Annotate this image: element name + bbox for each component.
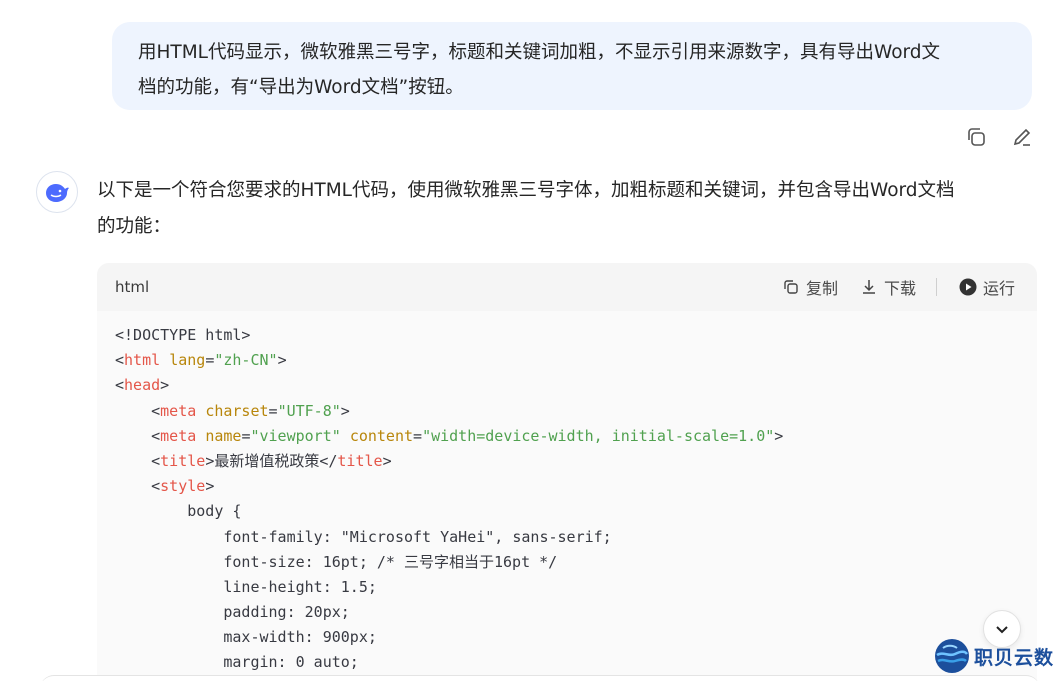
- code-token: body {: [115, 502, 242, 521]
- watermark: 职贝云数: [934, 636, 1062, 676]
- chat-input-top-edge: [40, 675, 1040, 681]
- code-token: >: [205, 477, 215, 496]
- code-line: margin: 0 auto;: [115, 650, 1037, 675]
- code-token: html: [124, 351, 161, 370]
- code-token: title: [160, 451, 206, 470]
- code-token: >最新增值税政策</: [205, 451, 338, 470]
- assistant-intro-text: 以下是一个符合您要求的HTML代码，使用微软雅黑三号字体，加粗标题和关键词，并包…: [97, 173, 1037, 245]
- code-token: head: [124, 376, 161, 395]
- copy-icon: [968, 128, 985, 146]
- code-line: font-family: "Microsoft YaHei", sans-ser…: [115, 525, 1037, 550]
- code-token: <: [115, 426, 161, 445]
- code-token: >: [382, 451, 392, 470]
- code-token: <: [115, 401, 161, 420]
- code-token: font-family: "Microsoft YaHei", sans-ser…: [115, 527, 612, 546]
- play-icon: [959, 278, 977, 296]
- user-message-actions: [962, 123, 1036, 151]
- download-code-label: 下载: [883, 279, 916, 298]
- assistant-intro-line: 以下是一个符合您要求的HTML代码，使用微软雅黑三号字体，加粗标题和关键词，并包…: [97, 180, 955, 201]
- download-code-button[interactable]: 下载: [860, 275, 916, 299]
- code-token: meta: [160, 426, 197, 445]
- code-token: <: [115, 376, 125, 395]
- copy-code-label: 复制: [805, 279, 838, 298]
- code-token: >: [160, 376, 170, 395]
- code-block: html 复制 下载 运行 <!DOCTYPE html> <html lang…: [97, 263, 1037, 681]
- code-token: =: [205, 351, 215, 370]
- code-line: line-height: 1.5;: [115, 575, 1037, 600]
- code-token: =: [268, 401, 278, 420]
- watermark-text: 职贝云数: [974, 646, 1055, 669]
- code-token: line-height: 1.5;: [115, 577, 377, 596]
- code-token: name: [205, 426, 242, 445]
- code-token: >: [774, 426, 784, 445]
- code-toolbar: 复制 下载 运行: [782, 275, 1015, 299]
- code-token: "zh-CN": [214, 351, 278, 370]
- code-line: <!DOCTYPE html>: [115, 323, 1037, 348]
- code-token: <!DOCTYPE html>: [115, 326, 251, 344]
- run-code-button[interactable]: 运行: [959, 275, 1015, 299]
- code-token: <: [115, 351, 125, 370]
- code-line: <head>: [115, 373, 1037, 398]
- code-token: font-size: 16pt; /* 三号字相当于16pt */: [115, 552, 558, 571]
- code-line: <style>: [115, 474, 1037, 499]
- copy-code-button[interactable]: 复制: [782, 275, 838, 299]
- code-token: >: [277, 351, 287, 370]
- code-line: padding: 20px;: [115, 600, 1037, 625]
- copy-icon: [784, 280, 798, 294]
- globe-logo-icon: [935, 639, 969, 673]
- code-line: <title>最新增值税政策</title>: [115, 449, 1037, 474]
- code-line: <html lang="zh-CN">: [115, 348, 1037, 373]
- user-message-line: 用HTML代码显示，微软雅黑三号字，标题和关键词加粗，不显示引用来源数字，具有导…: [138, 42, 941, 63]
- code-token: content: [349, 426, 414, 445]
- assistant-avatar: [36, 171, 78, 213]
- user-message-line: 档的功能，有“导出为Word文档”按钮。: [138, 77, 464, 98]
- code-token: charset: [205, 401, 269, 420]
- code-line: body {: [115, 499, 1037, 524]
- whale-logo-icon: [46, 184, 69, 202]
- edit-message-button[interactable]: [1008, 123, 1036, 151]
- code-token: >: [340, 401, 350, 420]
- code-content: <!DOCTYPE html> <html lang="zh-CN"> <head>…: [97, 311, 1037, 681]
- download-icon: [862, 280, 875, 294]
- code-token: "width=device-width, initial-scale=1.0": [422, 426, 775, 445]
- code-token: "viewport": [250, 426, 341, 445]
- assistant-intro-line: 的功能：: [97, 216, 172, 237]
- code-token: lang: [169, 351, 206, 370]
- toolbar-divider: [935, 278, 937, 296]
- code-line: max-width: 900px;: [115, 625, 1037, 650]
- code-token: "UTF-8": [277, 401, 341, 420]
- run-code-label: 运行: [982, 279, 1015, 298]
- user-message-bubble: 用HTML代码显示，微软雅黑三号字，标题和关键词加粗，不显示引用来源数字，具有导…: [112, 22, 1032, 110]
- code-line: font-size: 16pt; /* 三号字相当于16pt */: [115, 550, 1037, 575]
- code-token: =: [413, 426, 423, 445]
- copy-message-button[interactable]: [962, 123, 990, 151]
- code-block-header: html 复制 下载 运行: [97, 263, 1037, 311]
- code-token: meta: [160, 401, 197, 420]
- code-token: style: [160, 477, 206, 496]
- code-token: max-width: 900px;: [115, 628, 377, 647]
- code-language-label: html: [115, 278, 150, 296]
- code-token: title: [337, 451, 383, 470]
- code-line: <meta charset="UTF-8">: [115, 399, 1037, 424]
- code-token: <: [115, 477, 161, 496]
- code-token: margin: 0 auto;: [115, 653, 359, 672]
- code-token: padding: 20px;: [115, 603, 350, 622]
- code-line: <meta name="viewport" content="width=dev…: [115, 424, 1037, 449]
- code-token: <: [115, 451, 161, 470]
- pencil-icon: [1013, 128, 1031, 146]
